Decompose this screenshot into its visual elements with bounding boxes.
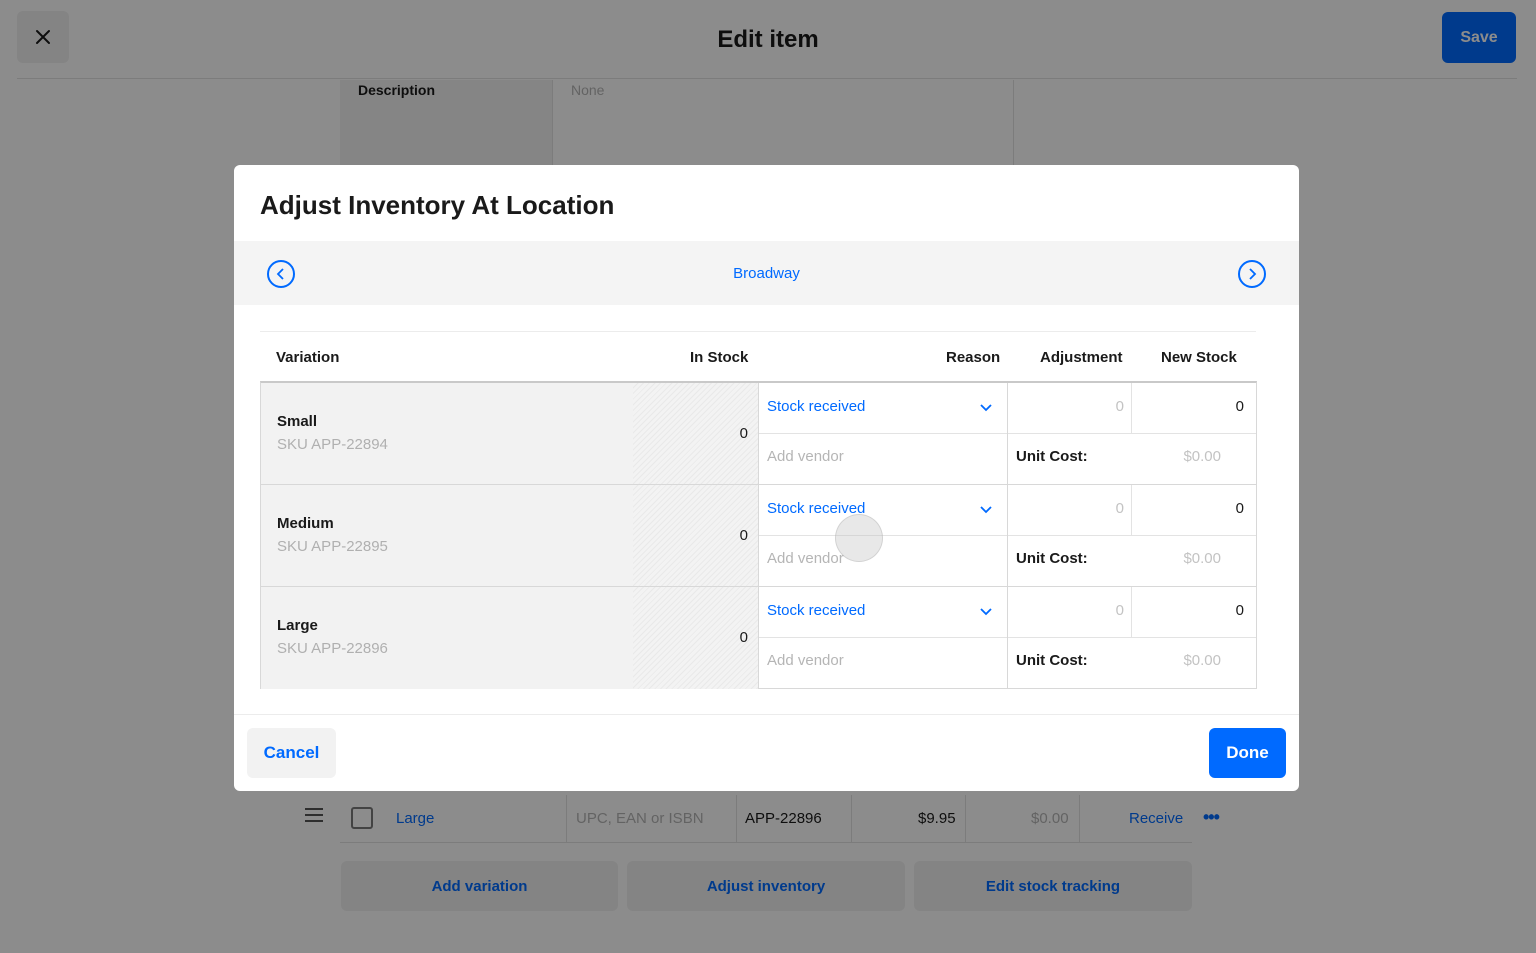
add-vendor-input[interactable]: Add vendor: [767, 652, 844, 669]
unit-cost-label: Unit Cost:: [1016, 652, 1088, 669]
modal-footer-divider: [234, 714, 1299, 715]
variation-cell: Small SKU APP-22894: [261, 383, 633, 484]
chevron-down-icon[interactable]: [979, 403, 993, 413]
new-stock-input[interactable]: 0: [1132, 500, 1244, 517]
unit-cost-label: Unit Cost:: [1016, 448, 1088, 465]
add-vendor-input[interactable]: Add vendor: [767, 550, 844, 567]
variation-sku: SKU APP-22895: [277, 538, 388, 555]
chevron-right-icon: [1249, 268, 1257, 280]
variation-cell: Medium SKU APP-22895: [261, 485, 633, 586]
variation-name: Small: [277, 413, 318, 430]
in-stock-cell: 0: [633, 587, 759, 689]
column-header-variation: Variation: [276, 349, 340, 366]
modal-title: Adjust Inventory At Location: [260, 190, 615, 220]
new-stock-input[interactable]: 0: [1132, 602, 1244, 619]
location-selector: Broadway: [234, 241, 1299, 305]
touch-indicator: [835, 514, 883, 562]
inventory-table: Small SKU APP-22894 0 Stock received Add…: [260, 381, 1257, 689]
column-header-adjustment: Adjustment: [1040, 349, 1123, 366]
next-location-button[interactable]: [1238, 260, 1266, 288]
column-header-new-stock: New Stock: [1161, 349, 1237, 366]
adjustment-input[interactable]: 0: [1008, 500, 1124, 517]
variation-name: Large: [277, 617, 318, 634]
adjustment-input[interactable]: 0: [1008, 602, 1124, 619]
location-name: Broadway: [733, 265, 800, 282]
unit-cost-input[interactable]: $0.00: [1132, 550, 1221, 567]
in-stock-value: 0: [739, 425, 748, 442]
variation-name: Medium: [277, 515, 334, 532]
chevron-down-icon[interactable]: [979, 607, 993, 617]
in-stock-cell: 0: [633, 485, 759, 586]
unit-cost-input[interactable]: $0.00: [1132, 448, 1221, 465]
reason-select[interactable]: Stock received: [767, 398, 865, 415]
unit-cost-label: Unit Cost:: [1016, 550, 1088, 567]
add-vendor-input[interactable]: Add vendor: [767, 448, 844, 465]
new-stock-input[interactable]: 0: [1132, 398, 1244, 415]
table-row: Large SKU APP-22896 0 Stock received Add…: [261, 587, 1256, 689]
chevron-down-icon[interactable]: [979, 505, 993, 515]
variation-sku: SKU APP-22896: [277, 640, 388, 657]
table-row: Small SKU APP-22894 0 Stock received Add…: [261, 383, 1256, 485]
reason-select[interactable]: Stock received: [767, 602, 865, 619]
variation-cell: Large SKU APP-22896: [261, 587, 633, 689]
variation-sku: SKU APP-22894: [277, 436, 388, 453]
in-stock-value: 0: [739, 527, 748, 544]
in-stock-cell: 0: [633, 383, 759, 484]
table-row: Medium SKU APP-22895 0 Stock received Ad…: [261, 485, 1256, 587]
column-header-reason: Reason: [946, 349, 1001, 366]
cancel-button[interactable]: Cancel: [247, 728, 336, 778]
in-stock-value: 0: [739, 629, 748, 646]
adjustment-input[interactable]: 0: [1008, 398, 1124, 415]
unit-cost-input[interactable]: $0.00: [1132, 652, 1221, 669]
column-header-in-stock: In Stock: [690, 349, 749, 366]
table-top-line: [260, 331, 1256, 332]
done-button[interactable]: Done: [1209, 728, 1286, 778]
adjust-inventory-modal: Adjust Inventory At Location Broadway Va…: [234, 165, 1299, 791]
